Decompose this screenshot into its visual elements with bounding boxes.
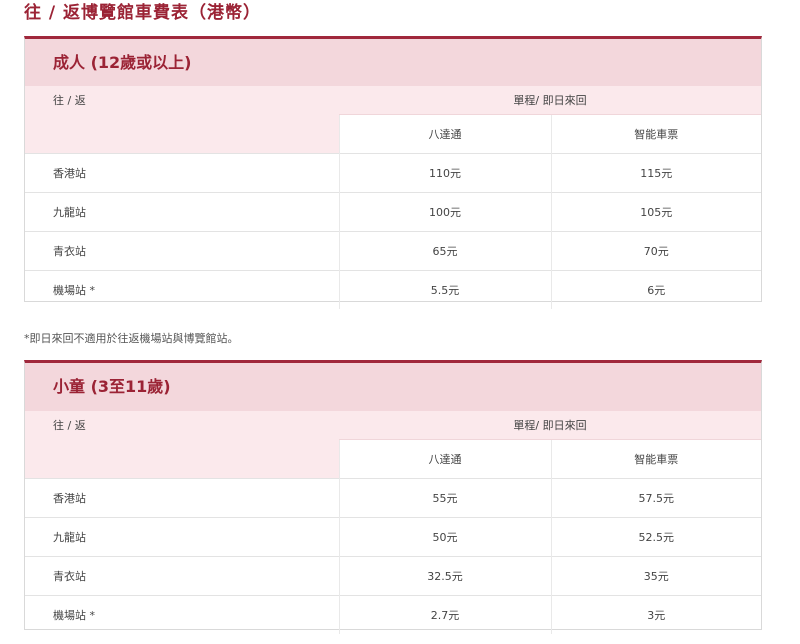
table-row: 青衣站 65元 70元 [25, 231, 761, 271]
smart-ticket-fare: 3元 [550, 595, 761, 634]
adult-header-row: 往 / 返 單程/ 即日來回 [25, 86, 761, 154]
smart-ticket-fare: 105元 [550, 192, 761, 232]
smart-ticket-fare: 57.5元 [550, 478, 761, 518]
station-name: 香港站 [25, 153, 339, 193]
station-name: 香港站 [25, 478, 339, 518]
smart-ticket-fare: 35元 [550, 556, 761, 596]
adult-smart-ticket-header: 智能車票 [550, 114, 761, 154]
table-row: 香港站 55元 57.5元 [25, 478, 761, 518]
child-smart-ticket-header: 智能車票 [550, 439, 761, 479]
adult-trip-header: 單程/ 即日來回 [339, 86, 761, 115]
adult-route-header: 往 / 返 [25, 86, 339, 154]
child-card-header: 小童 (3至11歲) [25, 363, 761, 411]
octopus-fare: 32.5元 [338, 556, 551, 596]
page-title: 往 / 返博覽館車費表（港幣） [24, 3, 262, 23]
table-row: 香港站 110元 115元 [25, 153, 761, 193]
station-name: 九龍站 [25, 517, 339, 557]
octopus-fare: 55元 [338, 478, 551, 518]
child-fare-card: 小童 (3至11歲) 往 / 返 單程/ 即日來回 八達通 智能車票 香港站 5… [24, 360, 762, 634]
octopus-fare: 100元 [338, 192, 551, 232]
station-name: 青衣站 [25, 231, 339, 271]
smart-ticket-fare: 52.5元 [550, 517, 761, 557]
footnote: *即日來回不適用於往返機場站與博覽館站。 [24, 332, 239, 345]
child-octopus-header: 八達通 [338, 439, 551, 479]
octopus-fare: 50元 [338, 517, 551, 557]
smart-ticket-fare: 115元 [550, 153, 761, 193]
adult-card-header: 成人 (12歲或以上) [25, 39, 761, 86]
table-row: 九龍站 100元 105元 [25, 192, 761, 232]
octopus-fare: 2.7元 [338, 595, 551, 634]
child-trip-header: 單程/ 即日來回 [339, 411, 761, 440]
child-route-header: 往 / 返 [25, 411, 339, 479]
page: 往 / 返博覽館車費表（港幣） 成人 (12歲或以上) 往 / 返 單程/ 即日… [0, 0, 800, 644]
station-name: 機場站 * [25, 270, 339, 309]
octopus-fare: 5.5元 [338, 270, 551, 309]
table-row: 青衣站 32.5元 35元 [25, 556, 761, 596]
table-row: 九龍站 50元 52.5元 [25, 517, 761, 557]
station-name: 機場站 * [25, 595, 339, 634]
adult-octopus-header: 八達通 [338, 114, 551, 154]
child-header-row: 往 / 返 單程/ 即日來回 [25, 411, 761, 479]
smart-ticket-fare: 6元 [550, 270, 761, 309]
table-row: 機場站 * 5.5元 6元 [25, 270, 761, 309]
station-name: 九龍站 [25, 192, 339, 232]
station-name: 青衣站 [25, 556, 339, 596]
adult-fare-table: 往 / 返 單程/ 即日來回 八達通 智能車票 香港站 110元 115元 九龍… [25, 86, 761, 309]
adult-fare-card: 成人 (12歲或以上) 往 / 返 單程/ 即日來回 八達通 智能車票 香港站 … [24, 36, 762, 309]
child-fare-table: 往 / 返 單程/ 即日來回 八達通 智能車票 香港站 55元 57.5元 九龍… [25, 411, 761, 634]
table-row: 機場站 * 2.7元 3元 [25, 595, 761, 634]
smart-ticket-fare: 70元 [550, 231, 761, 271]
octopus-fare: 65元 [338, 231, 551, 271]
octopus-fare: 110元 [338, 153, 551, 193]
